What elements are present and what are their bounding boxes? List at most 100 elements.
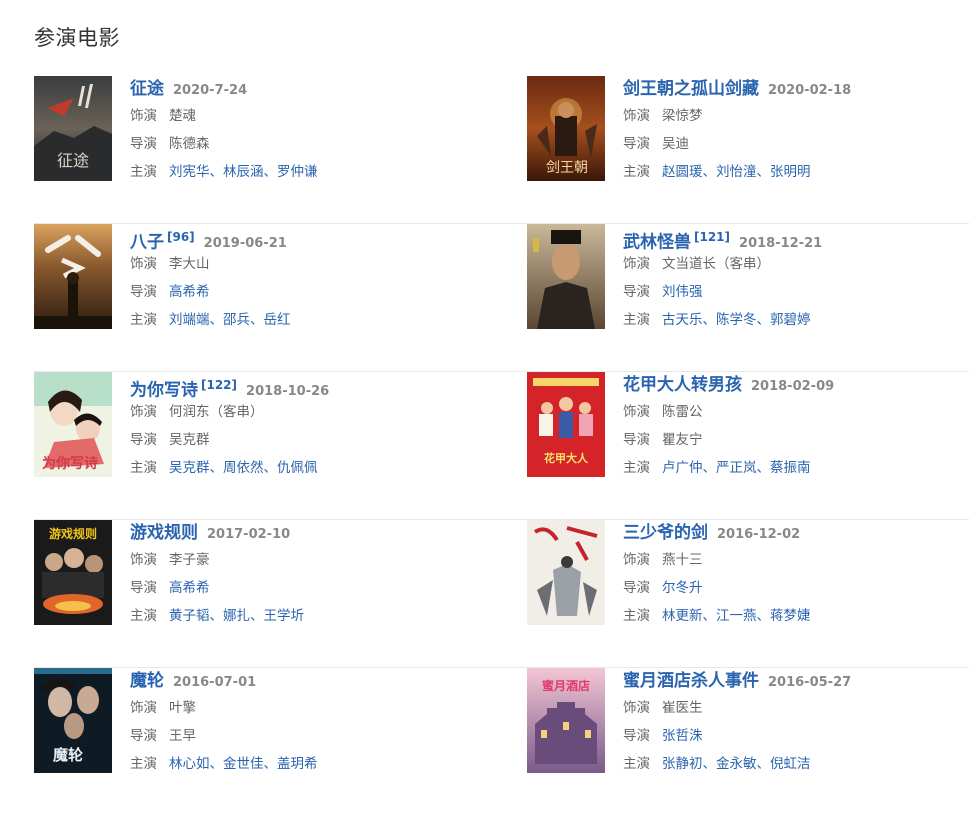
director-link[interactable]: 尔冬升 xyxy=(662,580,703,596)
movie-poster[interactable]: 魔轮 xyxy=(34,668,112,773)
role-value: 何润东（客串） xyxy=(169,404,264,420)
actor-link[interactable]: 古天乐 xyxy=(662,312,703,328)
citation-ref[interactable]: [122] xyxy=(201,378,237,392)
actor-link[interactable]: 仇佩佩 xyxy=(277,460,318,476)
citation-ref[interactable]: [96] xyxy=(167,230,195,244)
movie-title-link[interactable]: 魔轮 xyxy=(130,671,164,691)
actor-link[interactable]: 林更新 xyxy=(662,608,703,624)
actor-link[interactable]: 倪虹洁 xyxy=(770,756,811,772)
movie-poster[interactable]: 征途 xyxy=(34,76,112,181)
movie-row: 八子 [96] 2019-06-21 饰演 李大山 导演 高希希 主演 刘端端、邵兵、岳红 武林怪… xyxy=(34,224,969,372)
movie-grid: 征途 征途 2020-7-24 饰演 楚魂 导演 陈德森 主演 刘宪华、林辰涵、罗仲谦 剑王朝 剑王… xyxy=(34,76,969,815)
actor-link[interactable]: 岳红 xyxy=(264,312,291,328)
actor-link[interactable]: 江一燕 xyxy=(716,608,757,624)
movie-title-line: 剑王朝之孤山剑藏 2020-02-18 xyxy=(623,76,969,102)
actor-link[interactable]: 郭碧婷 xyxy=(770,312,811,328)
movie-title-link[interactable]: 征途 xyxy=(130,79,164,99)
movie-card: 花甲大人 花甲大人转男孩 2018-02-09 饰演 陈雷公 导演 瞿友宁 主演 卢广仲、严正岚… xyxy=(527,372,967,482)
role-label: 饰演 xyxy=(130,700,157,716)
actor-link[interactable]: 刘宪华 xyxy=(169,164,210,180)
actor-link[interactable]: 刘怡潼 xyxy=(716,164,757,180)
name-separator: 、 xyxy=(250,312,264,328)
director-link[interactable]: 刘伟强 xyxy=(662,284,703,300)
starring-label: 主演 xyxy=(130,164,157,180)
actor-link[interactable]: 严正岚 xyxy=(716,460,757,476)
actor-link[interactable]: 王学圻 xyxy=(264,608,305,624)
movie-poster[interactable] xyxy=(34,224,112,329)
svg-text:剑王朝: 剑王朝 xyxy=(546,160,588,176)
movie-title-link[interactable]: 蜜月酒店杀人事件 xyxy=(623,671,759,691)
role-label: 饰演 xyxy=(130,256,157,272)
actor-link[interactable]: 赵圆瑗 xyxy=(662,164,703,180)
actor-link[interactable]: 刘端端 xyxy=(169,312,210,328)
actor-link[interactable]: 金世佳 xyxy=(223,756,264,772)
movie-title-line: 征途 2020-7-24 xyxy=(130,76,490,102)
role-value: 楚魂 xyxy=(169,108,196,124)
actor-link[interactable]: 张明明 xyxy=(770,164,811,180)
starring-line: 主演 林更新、江一燕、蒋梦婕 xyxy=(623,602,969,630)
release-date: 2017-02-10 xyxy=(207,527,291,542)
actor-link[interactable]: 张静初 xyxy=(662,756,703,772)
movie-row: 魔轮 魔轮 2016-07-01 饰演 叶擎 导演 王早 主演 林心如、金世佳、盖玥希 蜜月酒店蜜… xyxy=(34,668,969,815)
name-separator: 、 xyxy=(263,164,278,180)
name-separator: 、 xyxy=(209,608,224,624)
actor-link[interactable]: 邵兵 xyxy=(223,312,250,328)
director-link[interactable]: 张哲洙 xyxy=(662,728,703,744)
actor-link[interactable]: 陈学冬 xyxy=(716,312,757,328)
actor-link[interactable]: 林心如 xyxy=(169,756,210,772)
role-line: 饰演 梁惊梦 xyxy=(623,102,969,130)
movie-title-link[interactable]: 花甲大人转男孩 xyxy=(623,375,742,395)
actor-link[interactable]: 黄子韬 xyxy=(169,608,210,624)
actor-link[interactable]: 卢广仲 xyxy=(662,460,703,476)
citation-ref[interactable]: [121] xyxy=(694,230,730,244)
starring-line: 主演 黄子韬、娜扎、王学圻 xyxy=(130,602,490,630)
name-separator: 、 xyxy=(209,756,224,772)
director-line: 导演 张哲洙 xyxy=(623,722,969,750)
movie-card: 魔轮 魔轮 2016-07-01 饰演 叶擎 导演 王早 主演 林心如、金世佳、盖玥希 xyxy=(34,668,474,778)
movie-info: 花甲大人转男孩 2018-02-09 饰演 陈雷公 导演 瞿友宁 主演 卢广仲、严正岚、蔡振南 xyxy=(623,372,969,482)
starring-label: 主演 xyxy=(130,608,157,624)
movie-card: 为你写诗 为你写诗 [122] 2018-10-26 饰演 何润东（客串） 导演 吴克群 主演吴… xyxy=(34,372,474,482)
movie-title-link[interactable]: 剑王朝之孤山剑藏 xyxy=(623,79,759,99)
director-link[interactable]: 高希希 xyxy=(169,284,210,300)
movie-poster[interactable]: 为你写诗 xyxy=(34,372,112,477)
actor-link[interactable]: 娜扎 xyxy=(223,608,250,624)
movie-poster[interactable]: 蜜月酒店 xyxy=(527,668,605,773)
role-line: 饰演 李大山 xyxy=(130,250,490,278)
starring-label: 主演 xyxy=(623,608,650,624)
release-date: 2020-02-18 xyxy=(768,83,852,98)
starring-line: 主演 吴克群、周依然、仇佩佩 xyxy=(130,454,490,482)
movie-poster[interactable]: 剑王朝 xyxy=(527,76,605,181)
director-line: 导演 瞿友宁 xyxy=(623,426,969,454)
starring-line: 主演 刘端端、邵兵、岳红 xyxy=(130,306,490,334)
name-separator: 、 xyxy=(702,460,717,476)
movie-card: 征途 征途 2020-7-24 饰演 楚魂 导演 陈德森 主演 刘宪华、林辰涵、罗仲谦 xyxy=(34,76,474,186)
starring-label: 主演 xyxy=(130,756,157,772)
starring-line: 主演 刘宪华、林辰涵、罗仲谦 xyxy=(130,158,490,186)
director-label: 导演 xyxy=(623,284,650,300)
actor-link[interactable]: 金永敏 xyxy=(716,756,757,772)
movie-poster[interactable]: 花甲大人 xyxy=(527,372,605,477)
movie-info: 剑王朝之孤山剑藏 2020-02-18 饰演 梁惊梦 导演 吴迪 主演 赵圆瑗、刘怡潼、张明明 xyxy=(623,76,969,186)
actor-link[interactable]: 蒋梦婕 xyxy=(770,608,811,624)
actor-link[interactable]: 盖玥希 xyxy=(277,756,318,772)
movie-poster[interactable] xyxy=(527,224,605,329)
movie-info: 蜜月酒店杀人事件 2016-05-27 饰演 崔医生 导演 张哲洙 主演 张静初、金永敏、倪虹… xyxy=(623,668,969,778)
director-link[interactable]: 高希希 xyxy=(169,580,210,596)
actor-link[interactable]: 周依然 xyxy=(223,460,264,476)
actor-link[interactable]: 吴克群 xyxy=(169,460,210,476)
movie-poster[interactable]: 游戏规则 xyxy=(34,520,112,625)
name-separator: 、 xyxy=(263,460,278,476)
movie-title-link[interactable]: 三少爷的剑 xyxy=(623,523,708,543)
director-label: 导演 xyxy=(623,136,650,152)
actor-link[interactable]: 林辰涵 xyxy=(223,164,264,180)
movie-title-line: 花甲大人转男孩 2018-02-09 xyxy=(623,372,969,398)
actor-link[interactable]: 蔡振南 xyxy=(770,460,811,476)
role-line: 饰演 燕十三 xyxy=(623,546,969,574)
movie-title-link[interactable]: 游戏规则 xyxy=(130,523,198,543)
movie-info: 为你写诗 [122] 2018-10-26 饰演 何润东（客串） 导演 吴克群 主演 吴克群、周… xyxy=(130,372,490,482)
release-date: 2018-02-09 xyxy=(751,379,835,394)
movie-title-line: 三少爷的剑 2016-12-02 xyxy=(623,520,969,546)
actor-link[interactable]: 罗仲谦 xyxy=(277,164,318,180)
movie-poster[interactable] xyxy=(527,520,605,625)
